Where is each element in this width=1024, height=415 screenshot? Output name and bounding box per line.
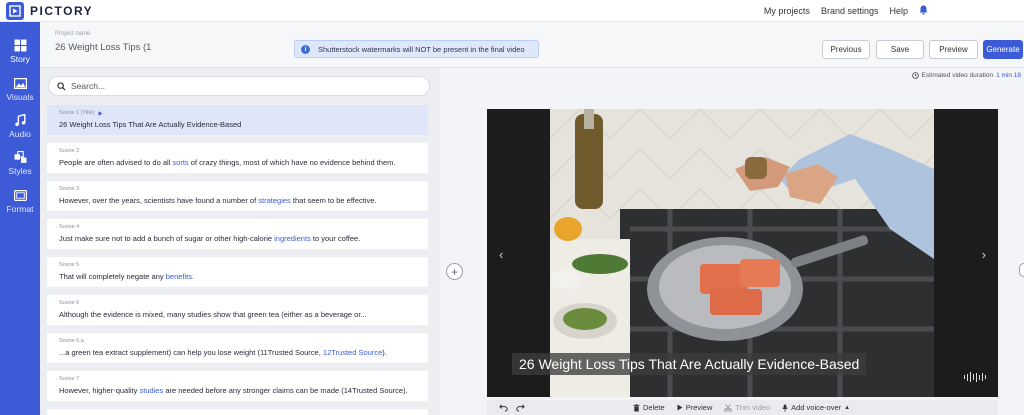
add-voiceover-button[interactable]: Add voice-over ▲ — [782, 403, 850, 412]
delete-scene-button[interactable]: Delete — [633, 403, 665, 412]
project-name-field[interactable]: 26 Weight Loss Tips (1 — [55, 42, 151, 53]
sidebar-item-format[interactable]: Format — [0, 184, 40, 218]
scene-card-6[interactable]: Scene 6 Although the evidence is mixed, … — [47, 295, 428, 325]
sidebar-item-styles[interactable]: Styles — [0, 146, 40, 180]
sidebar-item-audio[interactable]: Audio — [0, 109, 40, 143]
scene-text[interactable]: However, over the years, scientists have… — [59, 196, 428, 205]
app-name: PICTORY — [30, 4, 94, 18]
styles-icon — [14, 150, 26, 163]
notification-bell-icon[interactable] — [919, 5, 928, 17]
nav-my-projects[interactable]: My projects — [764, 6, 810, 16]
highlighted-keyword[interactable]: 12Trusted Source — [323, 348, 382, 357]
pictory-logo-icon — [6, 2, 24, 20]
scene-text[interactable]: 26 Weight Loss Tips That Are Actually Ev… — [59, 120, 428, 129]
previous-scene-arrow-icon[interactable]: ‹ — [499, 247, 503, 262]
scene-text[interactable]: People are often advised to do all sorts… — [59, 158, 428, 167]
sidebar-item-label: Styles — [8, 165, 32, 176]
clock-icon — [911, 72, 919, 79]
search-icon — [57, 81, 66, 91]
sidebar-item-story[interactable]: Story — [0, 34, 40, 68]
scene-label: Scene 3 — [59, 186, 80, 192]
nav-help[interactable]: Help — [889, 6, 908, 16]
sidebar: Story Visuals Audio Styles Format — [0, 22, 40, 415]
sidebar-item-visuals[interactable]: Visuals — [0, 72, 40, 106]
scene-text[interactable]: ...a green tea extract supplement) can h… — [59, 348, 428, 357]
scene-card-8[interactable] — [47, 409, 428, 415]
duration-value: 1 min 18 — [996, 72, 1021, 79]
search-box[interactable]: Search... — [48, 76, 430, 96]
generate-button[interactable]: Generate — [983, 40, 1023, 59]
preview-scene-button[interactable]: Preview — [677, 403, 712, 412]
trim-video-button[interactable]: Trim video — [724, 403, 770, 412]
scene-label: Scene 5 — [59, 262, 80, 268]
sidebar-item-label: Format — [6, 203, 34, 214]
scene-label: Scene 6.a — [59, 338, 84, 344]
notice-text: Shutterstock watermarks will NOT be pres… — [318, 44, 525, 54]
scene-label: Scene 6 — [59, 300, 80, 306]
scene-text[interactable]: However, higher-quality studies are need… — [59, 386, 428, 395]
top-nav: My projects Brand settings Help — [764, 5, 928, 17]
microphone-icon — [782, 403, 788, 412]
play-icon[interactable] — [98, 110, 103, 116]
video-preview[interactable]: ‹ › 26 Weight Loss Tips That Are Actuall… — [487, 109, 998, 397]
search-input[interactable]: Search... — [71, 81, 105, 91]
collapse-panel-handle[interactable] — [1019, 263, 1024, 277]
sidebar-item-label: Audio — [9, 128, 31, 139]
highlighted-keyword[interactable]: sorts — [172, 158, 188, 167]
duration-label: Estimated video duration — [921, 72, 994, 79]
format-icon — [13, 189, 27, 201]
add-scene-button[interactable]: + — [446, 263, 463, 280]
highlighted-keyword[interactable]: studies — [139, 386, 163, 395]
trash-icon — [633, 403, 640, 411]
scene-label: Scene 1 (Title) — [59, 110, 95, 116]
scene-card-3[interactable]: Scene 3 However, over the years, scienti… — [47, 181, 428, 211]
scene-card-5[interactable]: Scene 5 That will completely negate any … — [47, 257, 428, 287]
caret-up-icon: ▲ — [844, 404, 851, 411]
play-icon — [677, 404, 683, 411]
undo-icon[interactable] — [499, 403, 508, 412]
scene-text[interactable]: That will completely negate any benefits… — [59, 272, 428, 281]
sidebar-item-label: Story — [10, 53, 30, 64]
redo-icon[interactable] — [516, 403, 525, 412]
scene-card-1[interactable]: Scene 1 (Title) 26 Weight Loss Tips That… — [47, 105, 428, 135]
sidebar-item-label: Visuals — [6, 91, 34, 102]
scene-label: Scene 7 — [59, 376, 80, 382]
highlighted-keyword[interactable]: strategies — [258, 196, 291, 205]
music-note-icon — [14, 113, 26, 126]
scene-card-4[interactable]: Scene 4 Just make sure not to add a bunc… — [47, 219, 428, 249]
highlighted-keyword[interactable]: ingredients — [274, 234, 311, 243]
nav-brand-settings[interactable]: Brand settings — [821, 6, 879, 16]
logo[interactable]: PICTORY — [6, 2, 93, 20]
image-icon — [13, 77, 27, 89]
audio-waveform-icon — [963, 372, 986, 382]
plus-icon: + — [450, 264, 458, 279]
estimated-duration: Estimated video duration 1 min 18 — [911, 72, 1021, 79]
highlighted-keyword[interactable]: benefits — [166, 272, 192, 281]
info-icon: i — [301, 44, 310, 54]
scene-label: Scene 2 — [59, 148, 80, 154]
next-scene-arrow-icon[interactable]: › — [982, 247, 986, 262]
preview-button[interactable]: Preview — [929, 40, 978, 59]
previous-button[interactable]: Previous — [822, 40, 870, 59]
scene-text[interactable]: Just make sure not to add a bunch of sug… — [59, 234, 428, 243]
video-caption[interactable]: 26 Weight Loss Tips That Are Actually Ev… — [512, 353, 867, 375]
watermark-notice: i Shutterstock watermarks will NOT be pr… — [294, 40, 539, 58]
scissors-icon — [724, 403, 733, 412]
project-name-label: Project name — [55, 31, 91, 37]
scene-card-7[interactable]: Scene 7 However, higher-quality studies … — [47, 371, 428, 401]
save-button[interactable]: Save — [876, 40, 924, 59]
top-bar: PICTORY My projects Brand settings Help — [0, 0, 1024, 22]
scene-toolbar: Delete Preview Trim video Add voice-over… — [487, 400, 998, 415]
scene-card-6a[interactable]: Scene 6.a ...a green tea extract supplem… — [47, 333, 428, 363]
project-header: Project name 26 Weight Loss Tips (1 i Sh… — [40, 22, 1024, 68]
scene-label: Scene 4 — [59, 224, 80, 230]
story-grid-icon — [14, 39, 26, 51]
scene-list-panel: Search... Scene 1 (Title) 26 Weight Loss… — [40, 68, 440, 415]
scene-card-2[interactable]: Scene 2 People are often advised to do a… — [47, 143, 428, 173]
scene-text[interactable]: Although the evidence is mixed, many stu… — [59, 310, 428, 319]
